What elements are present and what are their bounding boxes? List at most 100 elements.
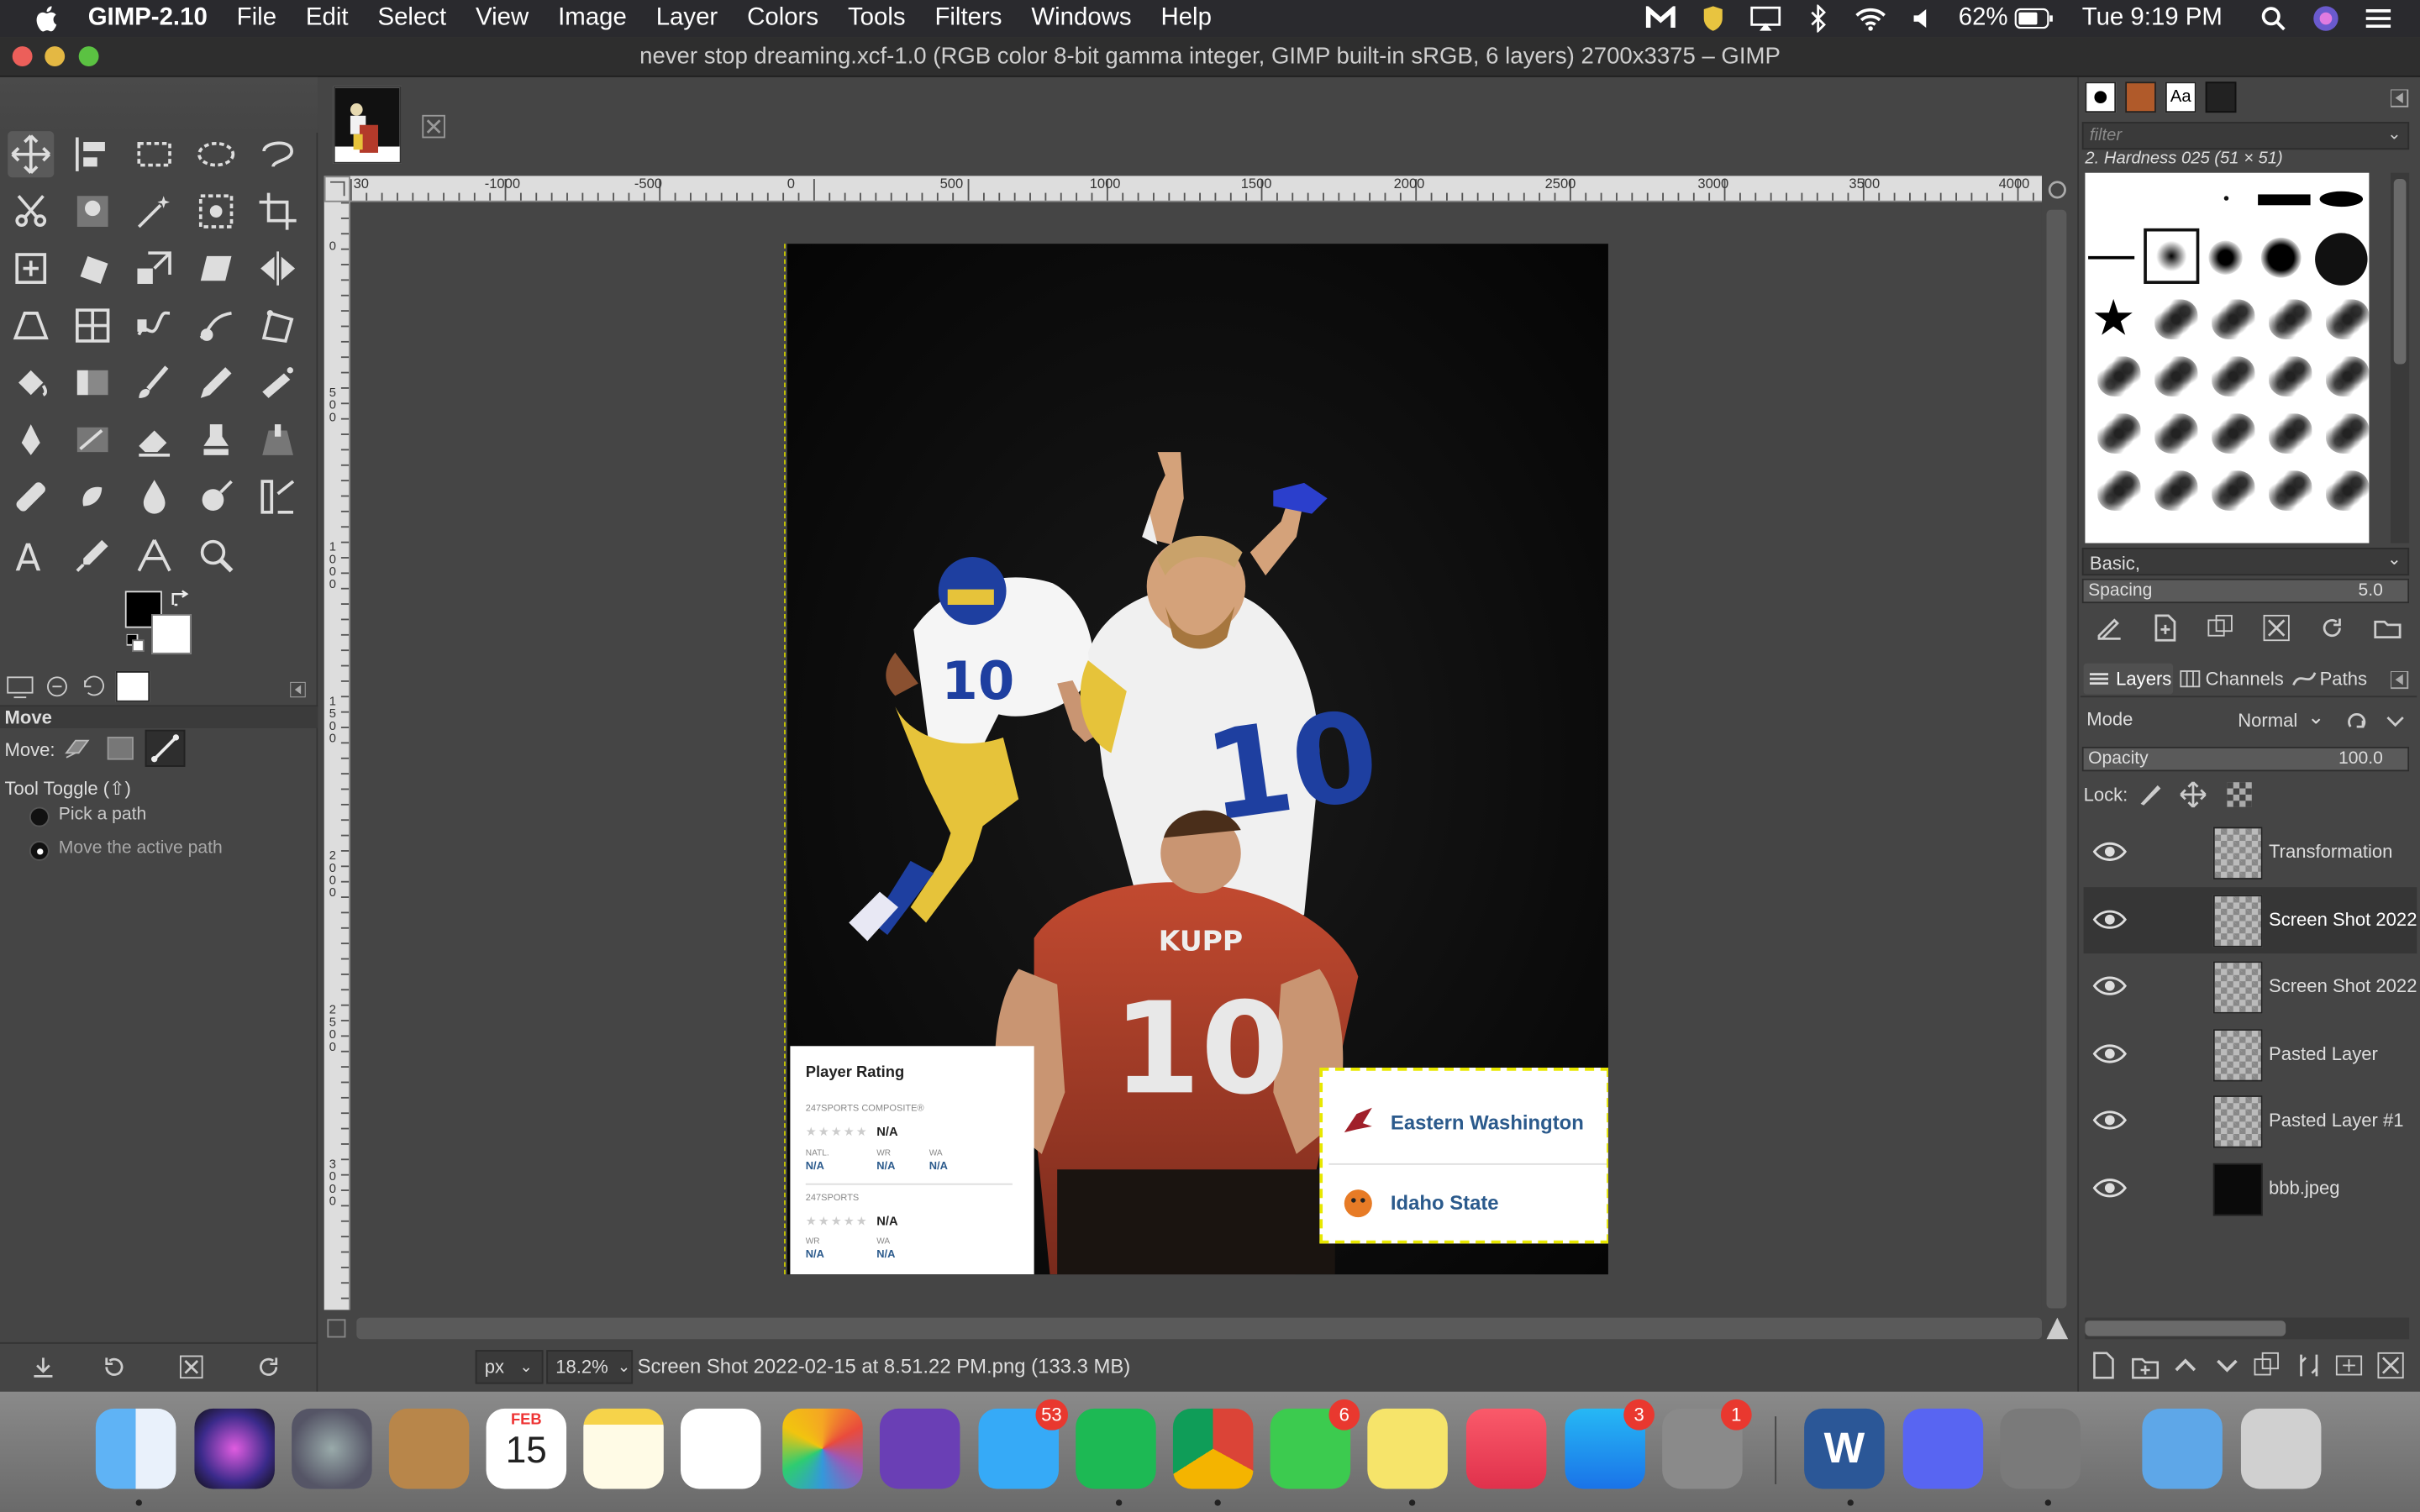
move-tool-icon[interactable] [8, 131, 55, 178]
eye-icon[interactable] [2092, 1040, 2127, 1068]
switch-mode-icon[interactable] [2341, 706, 2409, 738]
menu-image[interactable]: Image [558, 5, 627, 33]
document-history-tab-icon[interactable] [2205, 81, 2237, 113]
color-picker-icon[interactable] [70, 533, 116, 579]
image-canvas[interactable]: 10 10 KUPP 10 Player Rating 247SPORTS CO… [786, 244, 1608, 1275]
new-layer-group-icon[interactable] [2129, 1350, 2160, 1381]
launchpad-icon[interactable] [292, 1408, 372, 1489]
menu-select[interactable]: Select [377, 5, 446, 33]
finder-icon[interactable] [95, 1408, 176, 1489]
horizontal-scrollbar[interactable] [356, 1317, 2042, 1340]
layer-row[interactable]: Pasted Layer #1 [2084, 1088, 2417, 1154]
photos-icon[interactable] [782, 1408, 863, 1489]
control-center-icon[interactable] [2361, 5, 2395, 33]
images-tab-icon[interactable] [115, 670, 150, 702]
select-by-color-icon[interactable] [193, 188, 239, 234]
dodge-burn-icon[interactable] [193, 474, 239, 520]
schools-card[interactable]: Eastern Washington Idaho State [1319, 1068, 1608, 1244]
gradient-tool-icon[interactable] [70, 360, 116, 406]
menu-view[interactable]: View [476, 5, 529, 33]
perspective-tool-icon[interactable] [8, 302, 54, 349]
facetime-icon[interactable]: 6 [1270, 1399, 1360, 1489]
layer-row[interactable]: Pasted Layer [2084, 1021, 2417, 1088]
music-icon[interactable] [1465, 1408, 1547, 1489]
horizontal-ruler[interactable]: -1000 -500 0 500 1000 1500 2000 2500 3000 3500 400… [350, 176, 2042, 202]
patterns-tab-icon[interactable] [2125, 81, 2156, 113]
brush-scrollbar[interactable] [2391, 172, 2410, 543]
background-color-swatch[interactable] [150, 614, 192, 654]
configure-dock-icon[interactable] [2390, 88, 2409, 108]
menu-windows[interactable]: Windows [1031, 5, 1131, 33]
clock[interactable]: Tue 9:19 PM [2082, 5, 2223, 33]
configure-tab-icon[interactable] [289, 677, 307, 699]
open-brush-as-image-icon[interactable] [2372, 612, 2403, 643]
eye-icon[interactable] [2092, 906, 2127, 933]
default-colors-icon[interactable] [125, 633, 145, 653]
navigation-preview-icon[interactable] [2045, 1316, 2070, 1341]
malwarebytes-icon[interactable] [1644, 5, 1677, 33]
perspective-clone-icon[interactable] [255, 417, 301, 463]
fuzzy-select-icon[interactable] [131, 188, 177, 234]
airbrush-icon[interactable] [255, 360, 301, 406]
anchor-layer-icon[interactable] [2292, 1350, 2323, 1381]
word-icon[interactable]: W [1804, 1408, 1885, 1489]
smudge-tool-icon[interactable] [193, 302, 239, 349]
configure-tab-icon[interactable] [2390, 669, 2409, 690]
scale-tool-icon[interactable] [131, 245, 177, 291]
lock-position-icon[interactable] [2179, 780, 2207, 808]
move-path-icon[interactable] [145, 729, 186, 767]
menu-filters[interactable]: Filters [934, 5, 1002, 33]
lower-layer-icon[interactable] [2211, 1350, 2242, 1381]
layers-hscrollbar[interactable] [2085, 1317, 2410, 1340]
delete-options-icon[interactable] [179, 1355, 203, 1379]
trash-icon[interactable] [2240, 1408, 2322, 1489]
mode-select[interactable]: Normal ⌄ [2223, 704, 2333, 738]
volume-icon[interactable] [1906, 5, 1939, 33]
stickies-icon[interactable] [1367, 1408, 1448, 1489]
battery-icon[interactable] [2014, 5, 2054, 33]
device-status-tab-icon[interactable] [43, 675, 71, 699]
eye-icon[interactable] [2092, 1106, 2127, 1134]
fonts-tab-icon[interactable]: Aa [2165, 81, 2196, 113]
smudge-finger-icon[interactable] [70, 474, 116, 520]
layer-row[interactable]: Screen Shot 2022- [2083, 887, 2417, 954]
tab-paths[interactable]: Paths [2291, 664, 2377, 695]
tool-options-tab-icon[interactable] [6, 675, 34, 699]
lock-alpha-icon[interactable] [2226, 780, 2254, 808]
heal-tool-icon[interactable] [8, 474, 54, 520]
warp-transform-icon[interactable] [131, 302, 177, 349]
paths-tool-icon[interactable] [131, 533, 177, 579]
reset-options-icon[interactable] [256, 1355, 281, 1379]
navigate-icon[interactable] [327, 1319, 346, 1338]
image-tab-thumbnail[interactable] [333, 86, 402, 164]
zoom-follow-icon[interactable] [2047, 179, 2069, 201]
undo-history-tab-icon[interactable] [81, 675, 108, 699]
menu-tools[interactable]: Tools [848, 5, 906, 33]
quick-mask-toggle-icon[interactable] [324, 176, 350, 202]
duplicate-layer-icon[interactable] [2252, 1350, 2283, 1381]
move-layer-icon[interactable] [61, 734, 92, 762]
menu-help[interactable]: Help [1160, 5, 1211, 33]
chrome-icon[interactable] [1172, 1408, 1254, 1489]
menu-file[interactable]: File [237, 5, 276, 33]
imovie-icon[interactable] [879, 1408, 960, 1489]
handle-transform-icon[interactable] [255, 302, 301, 349]
apple-logo-icon[interactable] [34, 5, 58, 33]
save-options-icon[interactable] [31, 1355, 55, 1379]
siri-icon[interactable] [2309, 5, 2343, 33]
folder-icon[interactable] [2142, 1408, 2223, 1489]
airplay-icon[interactable] [1749, 5, 1782, 33]
refresh-brushes-icon[interactable] [2317, 612, 2348, 643]
bluetooth-icon[interactable] [1801, 4, 1834, 33]
app-store-icon[interactable]: 3 [1565, 1399, 1655, 1489]
brush-grid[interactable]: ★ [2085, 172, 2370, 543]
tab-layers[interactable]: Layers [2083, 663, 2174, 695]
new-layer-icon[interactable] [2088, 1350, 2119, 1381]
eye-icon[interactable] [2092, 972, 2127, 1000]
lock-pixels-icon[interactable] [2136, 780, 2164, 808]
ink-tool-icon[interactable] [8, 417, 54, 463]
zoom-select[interactable]: 18.2% ⌄ [546, 1350, 634, 1384]
free-select-icon[interactable] [255, 131, 301, 177]
opacity-slider[interactable]: Opacity 100.0 [2081, 746, 2410, 772]
brush-filter-input[interactable]: filter ⌄ [2081, 122, 2410, 150]
